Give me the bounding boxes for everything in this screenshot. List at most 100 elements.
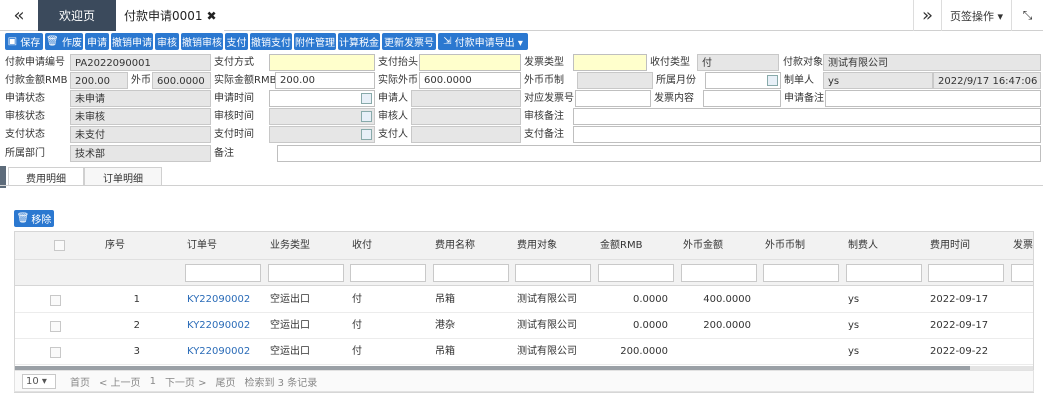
- close-icon[interactable]: ✖: [207, 9, 217, 23]
- filter-rmb-input[interactable]: [598, 264, 674, 282]
- column-header[interactable]: 金额RMB: [595, 232, 673, 260]
- select-all-checkbox[interactable]: [54, 240, 65, 251]
- export-icon: ⇲: [443, 36, 452, 47]
- invoice-no-input[interactable]: [575, 90, 651, 107]
- cell-target: 测试有限公司: [517, 294, 577, 305]
- filter-currency-input[interactable]: [763, 264, 839, 282]
- tab-order-details[interactable]: 订单明细: [84, 167, 162, 186]
- export-label: 付款申请导出 ▾: [454, 38, 523, 49]
- first-page-link[interactable]: 首页: [70, 374, 90, 389]
- filter-rp-input[interactable]: [350, 264, 426, 282]
- tab-payment-request[interactable]: 付款申请0001 ✖: [116, 0, 224, 31]
- cancel-pay-button[interactable]: 撤销支付: [250, 33, 292, 50]
- cell-maker: ys: [848, 320, 860, 331]
- column-header[interactable]: 订单号: [182, 232, 260, 260]
- cell-order-link[interactable]: KY22090002: [182, 313, 262, 339]
- review-status-field: 未审核: [70, 108, 211, 125]
- pay-method-select[interactable]: [269, 54, 375, 71]
- column-header[interactable]: 外币币制: [760, 232, 838, 260]
- cell-fx: [678, 339, 756, 365]
- month-input[interactable]: [705, 72, 781, 89]
- filter-fee-input[interactable]: [433, 264, 509, 282]
- column-header[interactable]: 外币金额: [678, 232, 756, 260]
- fullscreen-icon[interactable]: ⤡: [1011, 0, 1043, 31]
- review-remark-input[interactable]: [573, 108, 1041, 125]
- filter-biz-input[interactable]: [268, 264, 344, 282]
- column-header[interactable]: 费用对象: [512, 232, 590, 260]
- invoice-content-input[interactable]: [703, 90, 781, 107]
- filter-invoice-input[interactable]: [1011, 264, 1033, 282]
- table-row[interactable]: 3 KY22090002 空运出口 付 吊箱 测试有限公司 200.0000 y…: [15, 339, 1033, 365]
- cell-rmb: 200.0000: [620, 346, 668, 357]
- pay-button[interactable]: 支付: [225, 33, 248, 50]
- actual-foreign-input[interactable]: 600.0000: [419, 72, 521, 89]
- cancel-apply-button[interactable]: 撤销申请: [111, 33, 153, 50]
- column-header[interactable]: 序号: [100, 232, 160, 260]
- scroll-tabs-right-icon[interactable]: »: [913, 0, 941, 31]
- pay-header-select[interactable]: [419, 54, 521, 71]
- filter-date-input[interactable]: [928, 264, 1004, 282]
- table-row[interactable]: 2 KY22090002 空运出口 付 港杂 测试有限公司 0.0000 200…: [15, 313, 1033, 339]
- amount-rmb-label: 付款金额RMB: [5, 75, 68, 86]
- void-label: 作废: [61, 38, 82, 49]
- column-header[interactable]: 费用时间: [925, 232, 1003, 260]
- actual-rmb-input[interactable]: 200.00: [275, 72, 375, 89]
- tab-payment-request-label: 付款申请0001: [124, 9, 203, 23]
- table-row[interactable]: 1 KY22090002 空运出口 付 吊箱 测试有限公司 0.0000 400…: [15, 287, 1033, 313]
- calendar-icon[interactable]: [361, 93, 372, 104]
- cell-biz: 空运出口: [270, 294, 310, 305]
- review-time-label: 审核时间: [214, 111, 254, 122]
- row-checkbox[interactable]: [50, 295, 61, 306]
- invoice-type-select[interactable]: [573, 54, 647, 71]
- prev-page-link[interactable]: < 上一页: [99, 374, 141, 389]
- review-button[interactable]: 审核: [155, 33, 179, 50]
- filter-order-input[interactable]: [185, 264, 261, 282]
- column-header[interactable]: 发票: [1008, 232, 1033, 260]
- cell-fx: 200.0000: [703, 320, 751, 331]
- remark-label: 备注: [214, 148, 234, 159]
- attachments-button[interactable]: 附件管理: [294, 33, 336, 50]
- column-header[interactable]: 收付: [347, 232, 425, 260]
- cell-biz: 空运出口: [270, 346, 310, 357]
- dept-field: 技术部: [70, 145, 211, 162]
- cell-order-link[interactable]: KY22090002: [182, 339, 262, 365]
- column-header[interactable]: 业务类型: [265, 232, 343, 260]
- cell-order-link[interactable]: KY22090002: [182, 287, 262, 313]
- cancel-review-button[interactable]: 撤销审核: [181, 33, 223, 50]
- page-size-select[interactable]: 10 ▾: [22, 373, 56, 389]
- last-page-link[interactable]: 尾页: [216, 374, 236, 389]
- applicant-label: 申请人: [378, 93, 408, 104]
- actual-foreign-label: 实际外币: [378, 75, 418, 86]
- applicant-field: [411, 90, 521, 107]
- column-header[interactable]: 制费人: [843, 232, 921, 260]
- apply-time-input[interactable]: [269, 90, 375, 107]
- page-tab-operations-dropdown[interactable]: 页签操作 ▾: [941, 0, 1011, 31]
- apply-remark-input[interactable]: [825, 90, 1041, 107]
- void-button[interactable]: 🗑 作废: [45, 33, 83, 50]
- cell-currency: [760, 339, 838, 365]
- tab-welcome[interactable]: 欢迎页: [38, 0, 116, 31]
- scroll-tabs-left-icon[interactable]: «: [0, 0, 38, 31]
- save-button[interactable]: ▣ 保存: [5, 33, 43, 50]
- export-dropdown-button[interactable]: ⇲ 付款申请导出 ▾: [438, 33, 528, 50]
- update-invoice-button[interactable]: 更新发票号: [382, 33, 436, 50]
- creator-label: 制单人: [784, 75, 814, 86]
- next-page-link[interactable]: 下一页 >: [165, 374, 207, 389]
- filter-maker-input[interactable]: [846, 264, 922, 282]
- cell-maker: ys: [848, 294, 860, 305]
- remove-button[interactable]: 🗑 移除: [14, 210, 54, 227]
- actual-rmb-label: 实际金额RMB: [214, 75, 275, 86]
- tab-fee-details[interactable]: 费用明细: [8, 167, 84, 186]
- row-checkbox[interactable]: [50, 347, 61, 358]
- cell-rp: 付: [352, 320, 362, 331]
- column-header[interactable]: 费用名称: [430, 232, 508, 260]
- remark-input[interactable]: [277, 145, 1041, 162]
- calc-tax-button[interactable]: 计算税金: [338, 33, 380, 50]
- row-checkbox[interactable]: [50, 321, 61, 332]
- calendar-icon[interactable]: [767, 75, 778, 86]
- payer-label: 支付人: [378, 129, 408, 140]
- filter-fx-input[interactable]: [681, 264, 757, 282]
- filter-target-input[interactable]: [515, 264, 591, 282]
- pay-remark-input[interactable]: [573, 126, 1041, 143]
- apply-button[interactable]: 申请: [85, 33, 109, 50]
